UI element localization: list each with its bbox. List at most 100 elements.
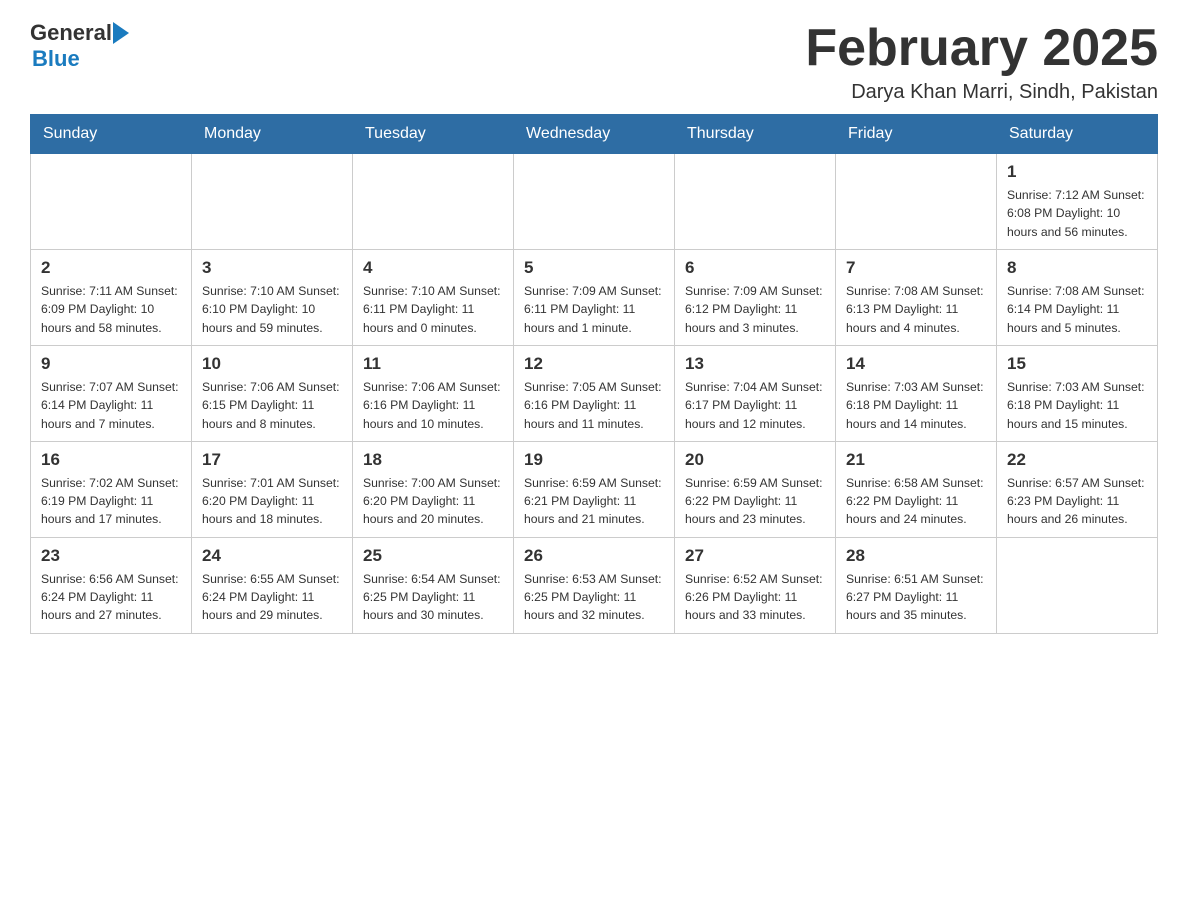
calendar-cell-w1-d4: 6 Sunrise: 7:09 AM Sunset: 6:12 PM Daylig… [675, 250, 836, 346]
day-number: 28 [846, 546, 986, 566]
day-header-saturday: Saturday [997, 115, 1158, 154]
day-number: 3 [202, 258, 342, 278]
calendar-week-2: 9 Sunrise: 7:07 AM Sunset: 6:14 PM Daylig… [31, 345, 1158, 441]
calendar-cell-w1-d0: 2 Sunrise: 7:11 AM Sunset: 6:09 PM Daylig… [31, 250, 192, 346]
day-info: Sunrise: 6:58 AM Sunset: 6:22 PM Dayligh… [846, 474, 986, 529]
day-info: Sunrise: 7:08 AM Sunset: 6:14 PM Dayligh… [1007, 282, 1147, 337]
day-header-friday: Friday [836, 115, 997, 154]
day-header-sunday: Sunday [31, 115, 192, 154]
days-of-week-row: SundayMondayTuesdayWednesdayThursdayFrid… [31, 115, 1158, 154]
calendar-table: SundayMondayTuesdayWednesdayThursdayFrid… [30, 114, 1158, 633]
calendar-cell-w4-d0: 23 Sunrise: 6:56 AM Sunset: 6:24 PM Dayli… [31, 537, 192, 633]
logo: General Blue [30, 20, 129, 72]
calendar-cell-w3-d3: 19 Sunrise: 6:59 AM Sunset: 6:21 PM Dayli… [514, 441, 675, 537]
day-number: 23 [41, 546, 181, 566]
day-info: Sunrise: 7:09 AM Sunset: 6:12 PM Dayligh… [685, 282, 825, 337]
day-number: 13 [685, 354, 825, 374]
calendar-cell-w3-d6: 22 Sunrise: 6:57 AM Sunset: 6:23 PM Dayli… [997, 441, 1158, 537]
day-info: Sunrise: 6:56 AM Sunset: 6:24 PM Dayligh… [41, 570, 181, 625]
day-info: Sunrise: 7:06 AM Sunset: 6:15 PM Dayligh… [202, 378, 342, 433]
day-number: 17 [202, 450, 342, 470]
day-number: 25 [363, 546, 503, 566]
day-info: Sunrise: 6:59 AM Sunset: 6:21 PM Dayligh… [524, 474, 664, 529]
day-number: 19 [524, 450, 664, 470]
day-info: Sunrise: 7:03 AM Sunset: 6:18 PM Dayligh… [846, 378, 986, 433]
day-info: Sunrise: 7:12 AM Sunset: 6:08 PM Dayligh… [1007, 186, 1147, 241]
day-number: 20 [685, 450, 825, 470]
day-number: 27 [685, 546, 825, 566]
day-info: Sunrise: 7:00 AM Sunset: 6:20 PM Dayligh… [363, 474, 503, 529]
day-info: Sunrise: 7:02 AM Sunset: 6:19 PM Dayligh… [41, 474, 181, 529]
calendar-week-4: 23 Sunrise: 6:56 AM Sunset: 6:24 PM Dayli… [31, 537, 1158, 633]
calendar-subtitle: Darya Khan Marri, Sindh, Pakistan [805, 81, 1158, 104]
calendar-cell-w0-d5 [836, 154, 997, 250]
calendar-cell-w2-d0: 9 Sunrise: 7:07 AM Sunset: 6:14 PM Daylig… [31, 345, 192, 441]
day-header-tuesday: Tuesday [353, 115, 514, 154]
calendar-cell-w1-d6: 8 Sunrise: 7:08 AM Sunset: 6:14 PM Daylig… [997, 250, 1158, 346]
calendar-cell-w3-d0: 16 Sunrise: 7:02 AM Sunset: 6:19 PM Dayli… [31, 441, 192, 537]
day-info: Sunrise: 7:06 AM Sunset: 6:16 PM Dayligh… [363, 378, 503, 433]
page-header: General Blue February 2025 Darya Khan Ma… [30, 20, 1158, 104]
calendar-cell-w2-d5: 14Sunrise: 7:03 AM Sunset: 6:18 PM Dayli… [836, 345, 997, 441]
day-info: Sunrise: 7:08 AM Sunset: 6:13 PM Dayligh… [846, 282, 986, 337]
day-info: Sunrise: 6:54 AM Sunset: 6:25 PM Dayligh… [363, 570, 503, 625]
calendar-cell-w1-d3: 5 Sunrise: 7:09 AM Sunset: 6:11 PM Daylig… [514, 250, 675, 346]
day-info: Sunrise: 7:10 AM Sunset: 6:10 PM Dayligh… [202, 282, 342, 337]
day-header-monday: Monday [192, 115, 353, 154]
day-info: Sunrise: 7:01 AM Sunset: 6:20 PM Dayligh… [202, 474, 342, 529]
day-number: 12 [524, 354, 664, 374]
calendar-cell-w4-d6 [997, 537, 1158, 633]
calendar-body: 1 Sunrise: 7:12 AM Sunset: 6:08 PM Daylig… [31, 154, 1158, 633]
day-number: 7 [846, 258, 986, 278]
day-number: 1 [1007, 162, 1147, 182]
day-number: 24 [202, 546, 342, 566]
day-header-thursday: Thursday [675, 115, 836, 154]
calendar-cell-w2-d2: 11 Sunrise: 7:06 AM Sunset: 6:16 PM Dayli… [353, 345, 514, 441]
day-number: 18 [363, 450, 503, 470]
calendar-title: February 2025 [805, 20, 1158, 77]
day-number: 11 [363, 354, 503, 374]
day-info: Sunrise: 6:52 AM Sunset: 6:26 PM Dayligh… [685, 570, 825, 625]
day-info: Sunrise: 7:07 AM Sunset: 6:14 PM Dayligh… [41, 378, 181, 433]
calendar-cell-w4-d2: 25 Sunrise: 6:54 AM Sunset: 6:25 PM Dayli… [353, 537, 514, 633]
calendar-cell-w0-d4 [675, 154, 836, 250]
day-info: Sunrise: 6:55 AM Sunset: 6:24 PM Dayligh… [202, 570, 342, 625]
calendar-header: SundayMondayTuesdayWednesdayThursdayFrid… [31, 115, 1158, 154]
day-info: Sunrise: 6:57 AM Sunset: 6:23 PM Dayligh… [1007, 474, 1147, 529]
day-info: Sunrise: 6:51 AM Sunset: 6:27 PM Dayligh… [846, 570, 986, 625]
day-info: Sunrise: 7:03 AM Sunset: 6:18 PM Dayligh… [1007, 378, 1147, 433]
title-section: February 2025 Darya Khan Marri, Sindh, P… [805, 20, 1158, 104]
calendar-cell-w3-d5: 21Sunrise: 6:58 AM Sunset: 6:22 PM Dayli… [836, 441, 997, 537]
day-number: 8 [1007, 258, 1147, 278]
calendar-cell-w2-d6: 15 Sunrise: 7:03 AM Sunset: 6:18 PM Dayli… [997, 345, 1158, 441]
calendar-week-3: 16 Sunrise: 7:02 AM Sunset: 6:19 PM Dayli… [31, 441, 1158, 537]
logo-blue: Blue [32, 46, 80, 72]
day-number: 4 [363, 258, 503, 278]
day-number: 22 [1007, 450, 1147, 470]
calendar-cell-w4-d4: 27 Sunrise: 6:52 AM Sunset: 6:26 PM Dayli… [675, 537, 836, 633]
logo-general: General [30, 20, 112, 46]
day-number: 6 [685, 258, 825, 278]
day-info: Sunrise: 6:59 AM Sunset: 6:22 PM Dayligh… [685, 474, 825, 529]
calendar-cell-w3-d1: 17 Sunrise: 7:01 AM Sunset: 6:20 PM Dayli… [192, 441, 353, 537]
calendar-cell-w1-d1: 3 Sunrise: 7:10 AM Sunset: 6:10 PM Daylig… [192, 250, 353, 346]
day-number: 16 [41, 450, 181, 470]
day-number: 9 [41, 354, 181, 374]
day-info: Sunrise: 7:04 AM Sunset: 6:17 PM Dayligh… [685, 378, 825, 433]
day-info: Sunrise: 7:11 AM Sunset: 6:09 PM Dayligh… [41, 282, 181, 337]
calendar-cell-w0-d6: 1 Sunrise: 7:12 AM Sunset: 6:08 PM Daylig… [997, 154, 1158, 250]
calendar-cell-w4-d1: 24 Sunrise: 6:55 AM Sunset: 6:24 PM Dayli… [192, 537, 353, 633]
day-number: 15 [1007, 354, 1147, 374]
calendar-cell-w2-d4: 13 Sunrise: 7:04 AM Sunset: 6:17 PM Dayli… [675, 345, 836, 441]
day-number: 5 [524, 258, 664, 278]
day-info: Sunrise: 7:09 AM Sunset: 6:11 PM Dayligh… [524, 282, 664, 337]
calendar-week-1: 2 Sunrise: 7:11 AM Sunset: 6:09 PM Daylig… [31, 250, 1158, 346]
calendar-cell-w0-d3 [514, 154, 675, 250]
calendar-cell-w4-d3: 26Sunrise: 6:53 AM Sunset: 6:25 PM Dayli… [514, 537, 675, 633]
day-number: 2 [41, 258, 181, 278]
calendar-cell-w0-d0 [31, 154, 192, 250]
calendar-cell-w0-d2 [353, 154, 514, 250]
day-info: Sunrise: 7:10 AM Sunset: 6:11 PM Dayligh… [363, 282, 503, 337]
day-info: Sunrise: 6:53 AM Sunset: 6:25 PM Dayligh… [524, 570, 664, 625]
calendar-week-0: 1 Sunrise: 7:12 AM Sunset: 6:08 PM Daylig… [31, 154, 1158, 250]
